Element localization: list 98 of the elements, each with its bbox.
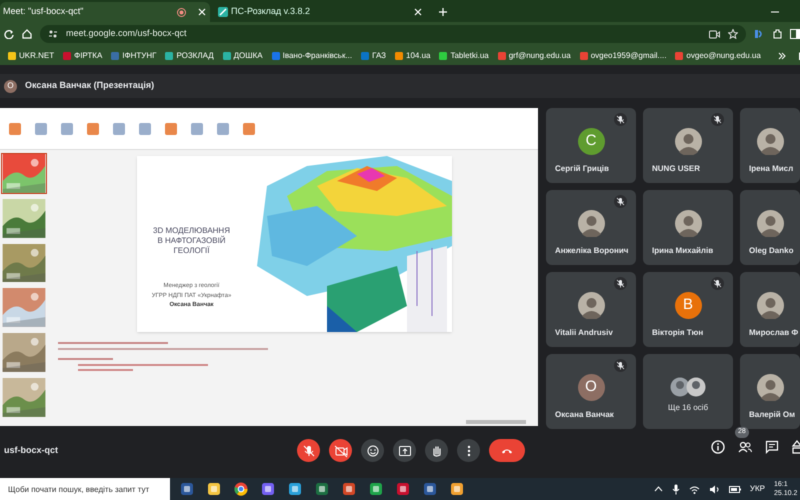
participant-name: Vitalii Andrusiv bbox=[555, 327, 613, 339]
reload-icon[interactable] bbox=[4, 29, 14, 39]
wifi-icon[interactable] bbox=[688, 484, 700, 494]
ribbon-tool-icon[interactable] bbox=[8, 122, 22, 136]
bookmark-icon bbox=[165, 52, 174, 60]
new-tab-icon[interactable] bbox=[438, 7, 448, 17]
home-icon[interactable] bbox=[22, 29, 32, 39]
bookmark-link[interactable]: ovgeo1959@gmail.... bbox=[580, 50, 666, 62]
participant-name: Оксана Ванчак bbox=[555, 409, 614, 421]
bookmark-star-icon[interactable] bbox=[728, 29, 738, 39]
bookmark-link[interactable]: ІФНТУНГ bbox=[111, 50, 156, 62]
bookmark-icon bbox=[272, 52, 280, 60]
bookmark-icon bbox=[111, 52, 120, 60]
close-icon[interactable] bbox=[198, 8, 206, 16]
address-field[interactable]: meet.google.com/usf-bocx-qct bbox=[40, 25, 746, 43]
participant-name: Oleg Danko bbox=[749, 245, 794, 257]
bookmark-link[interactable]: UKR.NET bbox=[8, 50, 54, 62]
battery-icon[interactable] bbox=[728, 485, 741, 493]
bookmark-link[interactable]: ovgeo@nung.edu.ua bbox=[675, 50, 761, 62]
avatar: О bbox=[578, 374, 604, 401]
avatar-icon bbox=[756, 374, 784, 401]
participant-name: Сергій Гриців bbox=[555, 163, 609, 175]
bookmark-link[interactable]: 104.ua bbox=[395, 50, 430, 62]
bookmark-icon bbox=[222, 52, 231, 60]
camera-off-icon[interactable] bbox=[332, 442, 348, 458]
tab-favicon-icon bbox=[218, 7, 228, 17]
bookmark-link[interactable]: Івано-Франківськ... bbox=[272, 50, 352, 62]
site-info-icon[interactable] bbox=[48, 29, 58, 39]
participant-name: Анжеліка Воронич bbox=[555, 245, 628, 257]
bookmark-icon bbox=[63, 52, 72, 60]
avatar-icon bbox=[756, 128, 784, 155]
end-call-button[interactable] bbox=[489, 439, 525, 462]
language-indicator[interactable]: УКР bbox=[750, 483, 765, 495]
meeting-code: usf-bocx-qct bbox=[4, 444, 58, 458]
present-button[interactable] bbox=[393, 439, 416, 462]
more-bookmarks-icon[interactable] bbox=[778, 52, 786, 60]
mic-off-button[interactable] bbox=[297, 439, 320, 462]
tab-title: ПС-Розклад v.3.8.2 bbox=[231, 5, 310, 18]
mic-off-icon[interactable] bbox=[300, 442, 316, 458]
more-options-button[interactable] bbox=[457, 439, 480, 462]
recording-icon bbox=[177, 8, 186, 16]
bookmark-icon bbox=[675, 52, 684, 60]
bookmark-link[interactable]: РОЗКЛАД bbox=[165, 50, 214, 62]
avatar-icon bbox=[674, 128, 702, 155]
bookmark-icon bbox=[395, 52, 404, 60]
tray-expand-icon[interactable] bbox=[654, 486, 663, 492]
bookmark-link[interactable]: ГАЗ bbox=[361, 50, 386, 62]
avatar: С bbox=[578, 128, 604, 155]
slide-title: 3D МОДЕЛЮВАННЯ В НАФТОГАЗОВІЙ ГЕОЛОГІЇ bbox=[153, 226, 230, 256]
avatar: В bbox=[674, 292, 702, 319]
participant-name: Мирослав Ф bbox=[749, 327, 798, 339]
info-icon[interactable] bbox=[711, 440, 725, 454]
people-icon[interactable] bbox=[738, 440, 752, 454]
participant-name: Ірена Мисл bbox=[749, 163, 794, 175]
bookmark-icon bbox=[498, 52, 506, 60]
participant-name: Ірина Михайлів bbox=[652, 245, 714, 257]
avatar-icon bbox=[756, 210, 784, 237]
camera-off-button[interactable] bbox=[329, 439, 352, 462]
avatar-icon bbox=[756, 292, 784, 319]
participant-name: NUNG USER bbox=[652, 163, 700, 175]
reactions-button[interactable] bbox=[361, 439, 384, 462]
ribbon-tool-icon[interactable] bbox=[242, 122, 256, 136]
close-icon[interactable] bbox=[414, 8, 422, 16]
raise-hand-button[interactable] bbox=[425, 439, 448, 462]
chat-icon[interactable] bbox=[765, 440, 779, 454]
presenter-label: Оксана Ванчак (Презентація) bbox=[25, 79, 154, 92]
bookmark-link[interactable]: Tabletki.ua bbox=[439, 50, 489, 62]
volume-icon[interactable] bbox=[708, 484, 720, 494]
avatar-icon bbox=[578, 292, 604, 319]
ribbon-tool-icon[interactable] bbox=[86, 122, 100, 136]
bookmark-icon bbox=[8, 52, 16, 60]
extension-icon[interactable] bbox=[754, 29, 764, 39]
camera-icon[interactable] bbox=[709, 30, 720, 38]
side-panel-icon[interactable] bbox=[790, 29, 800, 39]
smiley-icon[interactable] bbox=[364, 442, 380, 458]
search-field[interactable]: Щоби почати пошук, введіть запит тут bbox=[0, 478, 170, 500]
url-text: meet.google.com/usf-bocx-qct bbox=[66, 27, 187, 40]
zoom-slider-drawing[interactable] bbox=[466, 420, 526, 424]
browser-tab[interactable]: ПС-Розклад v.3.8.2 bbox=[210, 2, 430, 22]
browser-tab[interactable]: Meet: "usf-bocx-qct" bbox=[0, 2, 210, 22]
tab-title: Meet: "usf-bocx-qct" bbox=[3, 5, 84, 18]
bookmark-link[interactable]: ФІРТКА bbox=[63, 50, 102, 62]
avatar-stack-icon bbox=[670, 377, 706, 397]
microphone-icon[interactable] bbox=[672, 484, 680, 494]
participant-name: Вікторія Тюн bbox=[652, 327, 704, 339]
activities-icon[interactable] bbox=[792, 440, 800, 454]
presenter-avatar: О bbox=[4, 80, 17, 92]
avatar-icon bbox=[578, 210, 604, 237]
bookmark-icon bbox=[580, 52, 588, 60]
ribbon-tool-icon[interactable] bbox=[164, 122, 178, 136]
bookmark-link[interactable]: ДОШКА bbox=[222, 50, 263, 62]
bookmark-icon bbox=[439, 52, 448, 60]
participant-name: Валерій Ом bbox=[749, 409, 796, 421]
participant-name: Ще 16 осіб bbox=[668, 402, 708, 414]
bookmark-link[interactable]: grf@nung.edu.ua bbox=[498, 50, 571, 62]
avatar-icon bbox=[674, 210, 702, 237]
chrome-icon[interactable] bbox=[234, 482, 248, 496]
bookmark-icon bbox=[361, 52, 370, 60]
